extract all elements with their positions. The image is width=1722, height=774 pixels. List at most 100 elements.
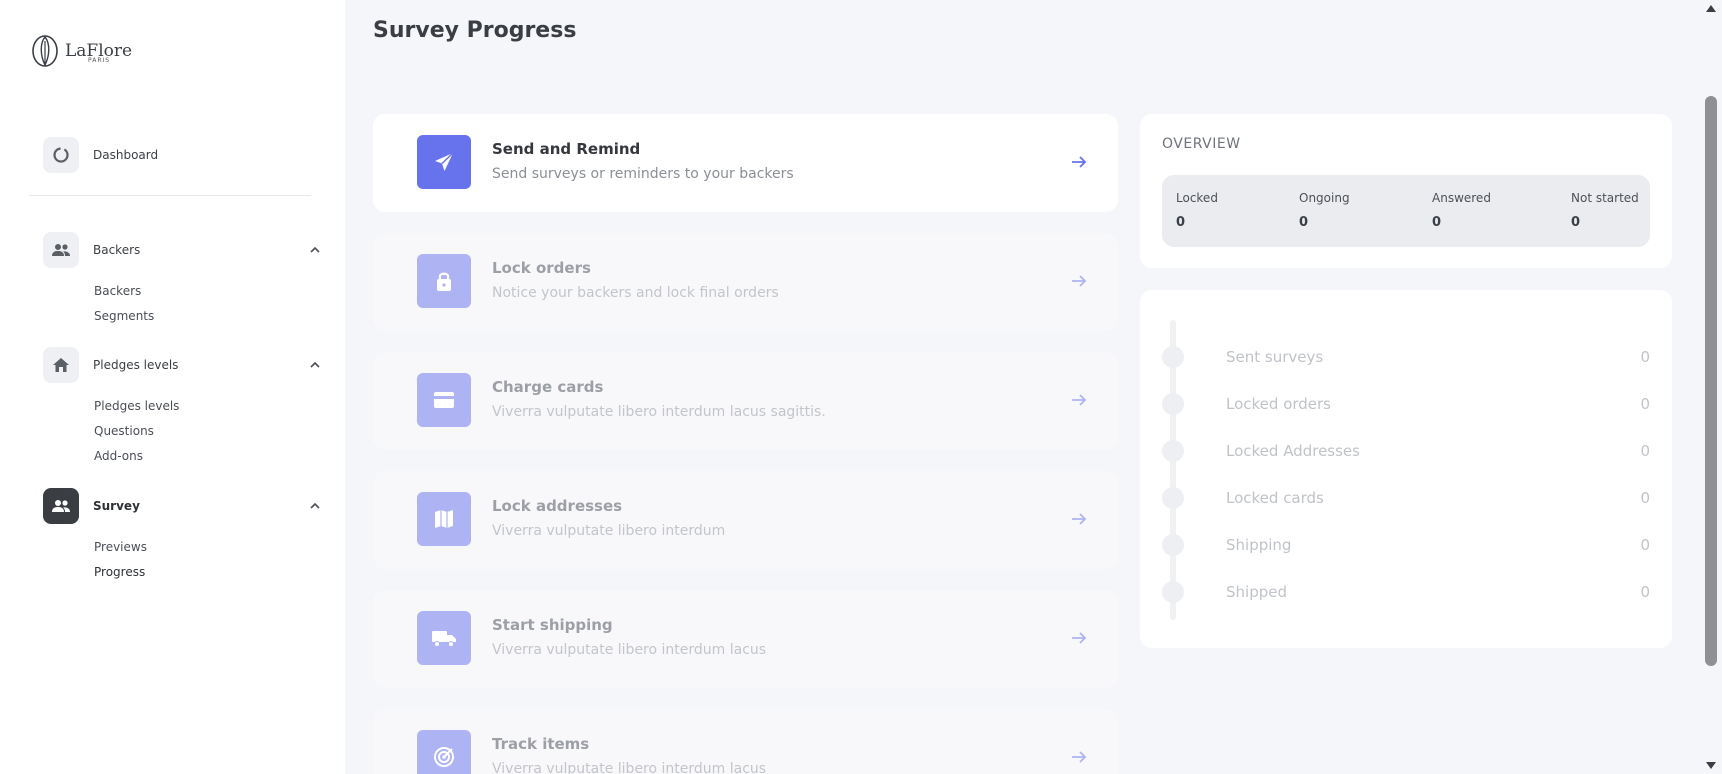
stat-not-started: Not started 0 [1571, 191, 1639, 230]
stat-value: 0 [1299, 215, 1309, 230]
scroll-up-icon[interactable] [1705, 3, 1717, 13]
sidebar-item-dashboard[interactable]: Dashboard [43, 137, 329, 173]
sidebar-item-progress[interactable]: Progress [94, 565, 145, 579]
card-lock-addresses[interactable]: Lock addresses Viverra vulputate libero … [373, 471, 1118, 569]
timeline-step: Locked cards 0 [1162, 487, 1650, 509]
stat-locked: Locked 0 [1176, 191, 1218, 230]
timeline-dot [1162, 440, 1184, 462]
sidebar-group-pledges[interactable]: Pledges levels [43, 347, 329, 383]
step-value: 0 [1640, 442, 1650, 460]
stat-value: 0 [1176, 215, 1186, 230]
step-label: Shipping [1226, 536, 1292, 554]
users-icon [43, 232, 79, 268]
laflore-logo-icon [32, 35, 58, 67]
stat-ongoing: Ongoing 0 [1299, 191, 1350, 230]
lock-icon [417, 254, 471, 308]
card-title: Charge cards [492, 378, 604, 396]
scrollbar-thumb[interactable] [1705, 96, 1717, 666]
arrow-right-icon[interactable] [1070, 272, 1088, 290]
sidebar-group-label: Pledges levels [93, 358, 179, 372]
card-start-shipping[interactable]: Start shipping Viverra vulputate libero … [373, 590, 1118, 688]
overview-stats: Locked 0 Ongoing 0 Answered 0 Not starte… [1162, 175, 1650, 247]
sidebar-item-label: Dashboard [93, 148, 159, 162]
sidebar-group-backers[interactable]: Backers [43, 232, 329, 268]
home-icon [43, 347, 79, 383]
arrow-right-icon[interactable] [1070, 391, 1088, 409]
step-value: 0 [1640, 489, 1650, 507]
timeline-step: Shipping 0 [1162, 534, 1650, 556]
page-scrollbar[interactable] [1700, 0, 1722, 774]
scroll-down-icon[interactable] [1705, 761, 1717, 771]
step-value: 0 [1640, 583, 1650, 601]
timeline-dot [1162, 534, 1184, 556]
overview-panel: OVERVIEW Locked 0 Ongoing 0 Answered 0 N… [1140, 114, 1672, 268]
chevron-up-icon[interactable] [309, 500, 321, 512]
stat-label: Ongoing [1299, 191, 1350, 205]
card-description: Viverra vulputate libero interdum lacus [492, 642, 767, 658]
card-lock-orders[interactable]: Lock orders Notice your backers and lock… [373, 233, 1118, 331]
card-description: Viverra vulputate libero interdum lacus [492, 761, 767, 774]
progress-timeline: Sent surveys 0 Locked orders 0 Locked Ad… [1140, 290, 1672, 648]
page-title: Survey Progress [373, 18, 577, 43]
radar-icon [417, 730, 471, 774]
card-charge-cards[interactable]: Charge cards Viverra vulputate libero in… [373, 352, 1118, 450]
users-icon [43, 488, 79, 524]
sidebar-item-pledges-levels[interactable]: Pledges levels [94, 399, 179, 413]
step-label: Locked orders [1226, 395, 1331, 413]
sidebar-group-survey[interactable]: Survey [43, 488, 329, 524]
card-title: Lock addresses [492, 497, 623, 515]
step-value: 0 [1640, 536, 1650, 554]
card-description: Viverra vulputate libero interdum lacus … [492, 404, 826, 420]
sidebar: LaFlore PARIS Dashboard Backers Backers … [0, 0, 345, 774]
timeline-dot [1162, 393, 1184, 415]
step-label: Shipped [1226, 583, 1287, 601]
sidebar-item-add-ons[interactable]: Add-ons [94, 449, 143, 463]
sidebar-item-questions[interactable]: Questions [94, 424, 154, 438]
step-value: 0 [1640, 395, 1650, 413]
card-track-items[interactable]: Track items Viverra vulputate libero int… [373, 709, 1118, 774]
sidebar-divider [29, 195, 311, 196]
stat-label: Locked [1176, 191, 1218, 205]
map-icon [417, 492, 471, 546]
arrow-right-icon[interactable] [1070, 629, 1088, 647]
step-label: Locked cards [1226, 489, 1324, 507]
step-label: Locked Addresses [1226, 442, 1360, 460]
arrow-right-icon[interactable] [1070, 510, 1088, 528]
sidebar-group-label: Backers [93, 243, 141, 257]
step-label: Sent surveys [1226, 348, 1324, 366]
overview-title: OVERVIEW [1162, 136, 1241, 152]
timeline-step: Sent surveys 0 [1162, 346, 1650, 368]
credit-card-icon [417, 373, 471, 427]
card-description: Notice your backers and lock final order… [492, 285, 779, 301]
sidebar-item-segments[interactable]: Segments [94, 309, 154, 323]
timeline-dot [1162, 487, 1184, 509]
truck-icon [417, 611, 471, 665]
card-title: Start shipping [492, 616, 613, 634]
step-value: 0 [1640, 348, 1650, 366]
timeline-step: Locked orders 0 [1162, 393, 1650, 415]
brand-logo[interactable]: LaFlore PARIS [31, 33, 132, 69]
sidebar-item-previews[interactable]: Previews [94, 540, 147, 554]
arrow-right-icon[interactable] [1070, 748, 1088, 766]
stat-label: Answered [1432, 191, 1491, 205]
card-title: Track items [492, 735, 590, 753]
stat-label: Not started [1571, 191, 1639, 205]
timeline-dot [1162, 346, 1184, 368]
card-title: Lock orders [492, 259, 591, 277]
card-description: Viverra vulputate libero interdum [492, 523, 726, 539]
card-title: Send and Remind [492, 140, 641, 158]
timeline-step: Shipped 0 [1162, 581, 1650, 603]
chevron-up-icon[interactable] [309, 359, 321, 371]
stat-value: 0 [1571, 215, 1581, 230]
send-icon [417, 135, 471, 189]
stat-value: 0 [1432, 215, 1442, 230]
sidebar-item-backers[interactable]: Backers [94, 284, 141, 298]
timeline-step: Locked Addresses 0 [1162, 440, 1650, 462]
brand-subtitle: PARIS [88, 57, 111, 64]
card-send-and-remind[interactable]: Send and Remind Send surveys or reminder… [373, 114, 1118, 212]
stat-answered: Answered 0 [1432, 191, 1491, 230]
timeline-dot [1162, 581, 1184, 603]
arrow-right-icon[interactable] [1070, 153, 1088, 171]
sidebar-group-label: Survey [93, 499, 140, 513]
chevron-up-icon[interactable] [309, 244, 321, 256]
